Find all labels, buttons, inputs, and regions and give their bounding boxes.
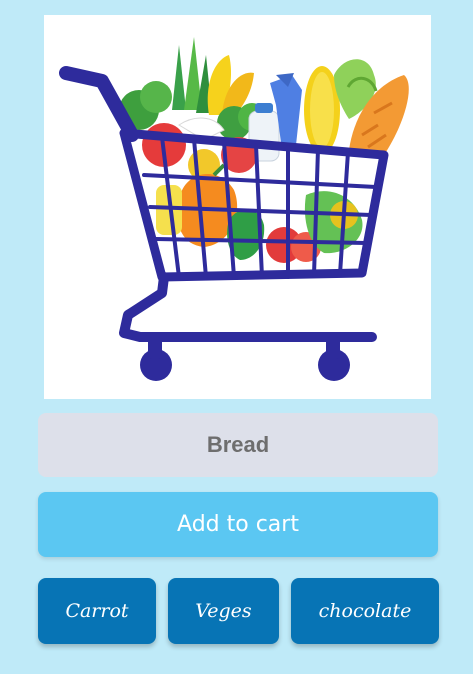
suggestion-veges-button[interactable]: Veges — [168, 578, 279, 644]
suggestion-chocolate-button[interactable]: chocolate — [291, 578, 439, 644]
suggestion-carrot-button[interactable]: Carrot — [38, 578, 156, 644]
product-image — [44, 15, 431, 399]
item-name-field[interactable] — [38, 413, 438, 477]
add-to-cart-button[interactable]: Add to cart — [38, 492, 438, 557]
shopping-cart-illustration-icon — [59, 37, 409, 381]
cart-wheels — [140, 337, 350, 381]
